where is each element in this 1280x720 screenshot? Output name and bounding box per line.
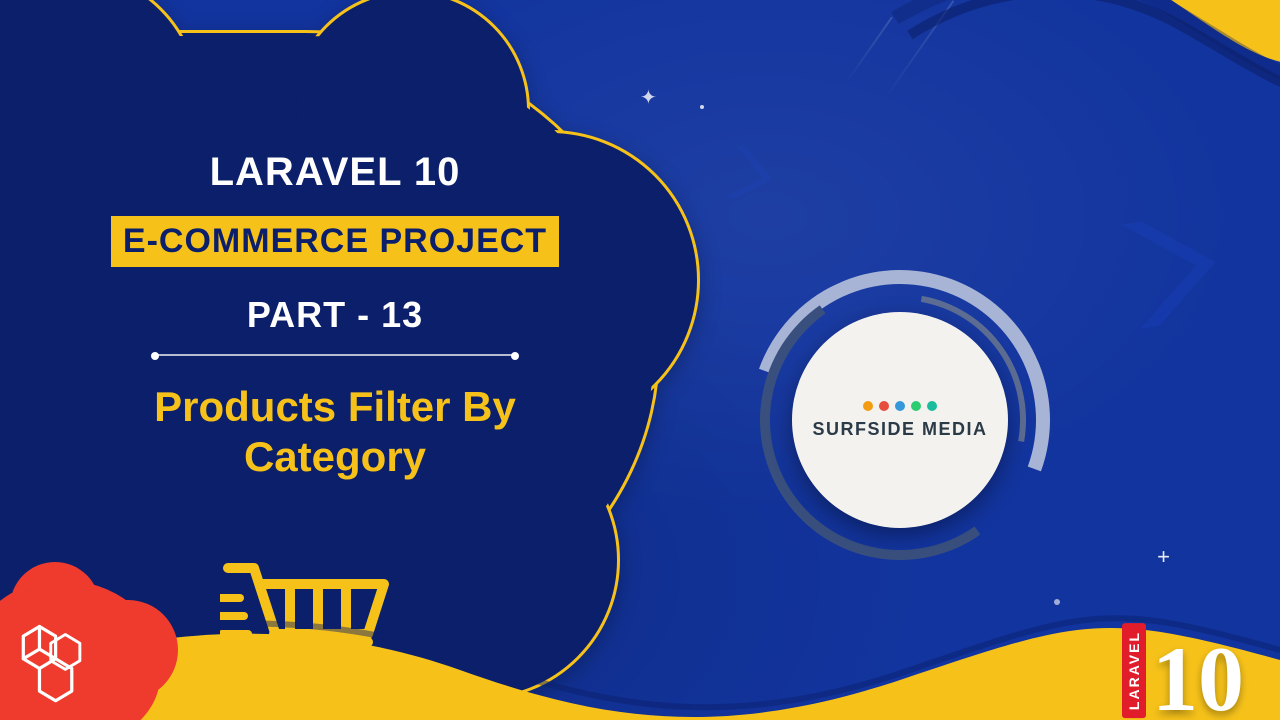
chevron-arrow-icon — [711, 136, 789, 214]
decor-plus: + — [1157, 544, 1170, 570]
version-number: 10 — [1152, 640, 1244, 718]
thumbnail-stage: ✦ + LARAVEL 10 E-COMMERCE PROJECT PART -… — [0, 0, 1280, 720]
brand-medallion: SURFSIDE MEDIA — [750, 270, 1050, 570]
headline-block: LARAVEL 10 E-COMMERCE PROJECT PART - 13 … — [105, 150, 565, 483]
decor-wave-bottom — [0, 590, 1280, 720]
decor-dot — [700, 105, 704, 109]
brand-dots — [863, 401, 937, 411]
divider-rule — [155, 354, 515, 356]
topic-title: Products Filter By Category — [105, 382, 565, 483]
project-badge: E-COMMERCE PROJECT — [108, 213, 562, 270]
version-tag-label: LARAVEL — [1122, 623, 1146, 718]
framework-title: LARAVEL 10 — [105, 150, 565, 195]
laravel-version-badge: LARAVEL 10 — [1122, 623, 1244, 718]
part-label: PART - 13 — [105, 294, 565, 336]
brand-disc: SURFSIDE MEDIA — [792, 312, 1008, 528]
laravel-logo-icon — [0, 580, 160, 720]
decor-ribbon-top-right — [880, 0, 1280, 220]
chevron-arrow-icon — [1094, 194, 1247, 347]
brand-name: SURFSIDE MEDIA — [812, 419, 987, 440]
